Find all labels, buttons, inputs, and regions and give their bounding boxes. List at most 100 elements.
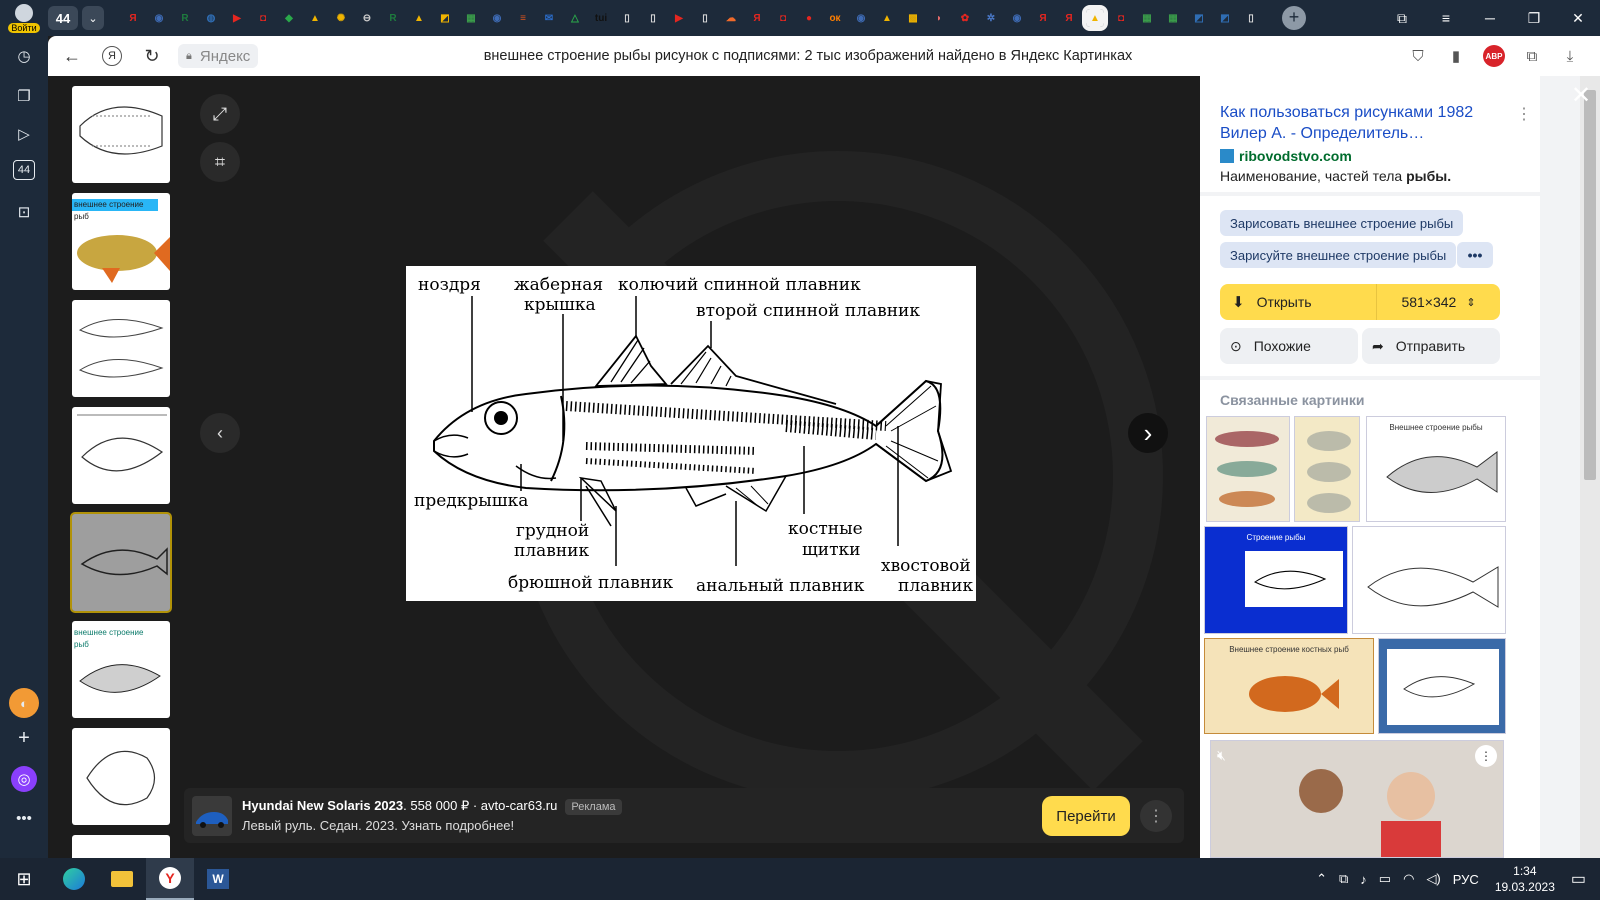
pinned-tab-favicon-icon[interactable]: ◘	[774, 9, 792, 27]
meet-now-icon[interactable]: ⧉	[1339, 871, 1348, 887]
tab-groups-icon[interactable]: ⧉	[1380, 0, 1424, 36]
windows-start-icon[interactable]: ⊞	[0, 858, 48, 900]
bookmark-icon[interactable]: ▮	[1440, 42, 1472, 70]
tab-count-button[interactable]: 44	[48, 6, 78, 30]
edge-browser-icon[interactable]	[50, 858, 98, 900]
download-icon[interactable]: ⤓	[1554, 42, 1586, 70]
thumbnail-1[interactable]	[72, 86, 170, 183]
pinned-tab-favicon-icon[interactable]: ▲	[1082, 5, 1108, 31]
protect-icon[interactable]: ⛉	[1402, 42, 1434, 70]
pinned-tab-favicon-icon[interactable]: ◩	[436, 9, 454, 27]
card-more-icon[interactable]: ⋮	[1516, 104, 1532, 124]
scrollbar-thumb[interactable]	[1584, 90, 1596, 480]
pinned-tab-favicon-icon[interactable]: ◘	[1112, 9, 1130, 27]
new-tab-button[interactable]: +	[1282, 6, 1306, 30]
pinned-tab-favicon-icon[interactable]: ◘	[254, 9, 272, 27]
pinned-tab-favicon-icon[interactable]: R	[176, 9, 194, 27]
volume-icon[interactable]: ◁)	[1426, 871, 1440, 887]
pinned-tab-favicon-icon[interactable]: ▦	[1138, 9, 1156, 27]
pinned-tab-favicon-icon[interactable]: ▦	[1164, 9, 1182, 27]
pinned-tab-favicon-icon[interactable]: R	[384, 9, 402, 27]
close-window-button[interactable]: ✕	[1556, 0, 1600, 36]
alice-assistant-icon[interactable]: ◎	[11, 766, 37, 792]
pinned-tab-favicon-icon[interactable]: ✿	[956, 9, 974, 27]
pinned-tab-favicon-icon[interactable]: ⊖	[358, 9, 376, 27]
pinned-tab-favicon-icon[interactable]: ▲	[410, 9, 428, 27]
more-icon[interactable]: •••	[12, 806, 36, 830]
wifi-icon[interactable]: ◠	[1403, 871, 1414, 887]
back-arrow-icon[interactable]: ←	[58, 42, 86, 70]
pinned-tab-favicon-icon[interactable]: ◩	[1190, 9, 1208, 27]
pinned-tab-favicon-icon[interactable]: ◉	[488, 9, 506, 27]
tray-chevron-up-icon[interactable]: ⌃	[1316, 871, 1327, 887]
address-field[interactable]: 🔒︎ Яндекс	[178, 44, 259, 68]
similar-button[interactable]: ⊙ Похожие	[1220, 328, 1358, 364]
pinned-tab-favicon-icon[interactable]: Я	[748, 9, 766, 27]
next-image-button[interactable]: ›	[1128, 413, 1168, 453]
pinned-tab-favicon-icon[interactable]: ✺	[332, 9, 350, 27]
extensions-icon[interactable]: ⧉	[1516, 42, 1548, 70]
related-image-6[interactable]: Внешнее строение костных рыб	[1204, 638, 1374, 734]
panel-scrollbar[interactable]	[1580, 76, 1600, 858]
yandex-logo-icon[interactable]: Я	[102, 46, 122, 66]
add-panel-icon[interactable]: +	[12, 726, 36, 750]
play-icon[interactable]: ▷	[12, 122, 36, 146]
query-chip-2[interactable]: Зарисуйте внешнее строение рыбы	[1220, 242, 1457, 268]
pinned-tab-favicon-icon[interactable]: ◍	[202, 9, 220, 27]
word-icon[interactable]: W	[194, 858, 242, 900]
pinned-tab-favicon-icon[interactable]: Я	[1034, 9, 1052, 27]
pinned-tab-favicon-icon[interactable]: ▶	[228, 9, 246, 27]
pinned-tab-favicon-icon[interactable]: ▯	[644, 9, 662, 27]
history-icon[interactable]: ◷	[12, 44, 36, 68]
related-image-5[interactable]	[1352, 526, 1506, 634]
pinned-tab-favicon-icon[interactable]: ✲	[982, 9, 1000, 27]
file-explorer-icon[interactable]	[98, 858, 146, 900]
thumbnail-5-selected[interactable]	[70, 512, 172, 613]
related-video-1[interactable]: 🔇︎ ⋮	[1210, 740, 1504, 858]
pinned-tab-favicon-icon[interactable]: ◩	[1216, 9, 1234, 27]
chips-more-icon[interactable]: •••	[1457, 242, 1493, 268]
pinned-tab-favicon-icon[interactable]: ▯	[696, 9, 714, 27]
pinned-tab-favicon-icon[interactable]: Я	[1060, 9, 1078, 27]
related-image-7[interactable]	[1378, 638, 1506, 734]
pinned-tab-favicon-icon[interactable]: ✉	[540, 9, 558, 27]
pinned-tab-favicon-icon[interactable]: ≡	[514, 9, 532, 27]
related-image-4[interactable]: Строение рыбы	[1204, 526, 1348, 634]
microphone-icon[interactable]: ♪	[1360, 872, 1367, 887]
ad-banner[interactable]: Hyundai New Solaris 2023. 558 000 ₽ · av…	[184, 788, 1184, 843]
ad-more-icon[interactable]: ⋮	[1140, 800, 1172, 832]
reload-icon[interactable]: ↻	[138, 42, 166, 70]
pinned-tab-favicon-icon[interactable]: ●	[800, 9, 818, 27]
thumbnail-8[interactable]	[72, 835, 170, 858]
adblock-extension-button[interactable]: ABP	[1478, 42, 1510, 70]
pinned-tab-favicon-icon[interactable]: ▲	[306, 9, 324, 27]
pinned-tab-favicon-icon[interactable]: ▶	[670, 9, 688, 27]
thumbnail-2[interactable]: внешнее строение рыб	[72, 193, 170, 290]
pinned-tab-favicon-icon[interactable]: ☁	[722, 9, 740, 27]
pinned-tab-favicon-icon[interactable]: tui	[592, 9, 610, 27]
collections-icon[interactable]: ❐	[12, 84, 36, 108]
tabs-counter-icon[interactable]: 44	[13, 160, 35, 180]
tabs-chevron-down-icon[interactable]: ⌄	[82, 6, 104, 30]
restore-button[interactable]: ❐	[1512, 0, 1556, 36]
battery-icon[interactable]: ▭	[1379, 871, 1391, 887]
pinned-tab-favicon-icon[interactable]: ▩	[904, 9, 922, 27]
fish-diagram-image[interactable]: ноздря жаберная крышка колючий спинной п…	[406, 266, 976, 601]
source-domain-link[interactable]: ribovodstvo.com	[1220, 148, 1352, 164]
login-button[interactable]: Войти	[0, 0, 48, 36]
minimize-button[interactable]: ─	[1468, 0, 1512, 36]
thumbnail-7[interactable]	[72, 728, 170, 825]
open-image-button[interactable]: ⬇ Открыть 581×342 ⇕	[1220, 284, 1500, 320]
screenshot-icon[interactable]: ⊡	[12, 200, 36, 224]
video-more-icon[interactable]: ⋮	[1475, 745, 1497, 767]
pinned-tab-favicon-icon[interactable]: ◉	[852, 9, 870, 27]
pinned-tab-favicon-icon[interactable]: ◆	[280, 9, 298, 27]
source-title-link[interactable]: Как пользоваться рисунками 1982 Вилер А.…	[1220, 102, 1510, 144]
size-select[interactable]: 581×342 ⇕	[1376, 284, 1500, 320]
fullscreen-icon[interactable]: ⤢	[200, 94, 240, 134]
crop-icon[interactable]: ⌗	[200, 142, 240, 182]
thumbnail-6[interactable]: внешнее строение рыб	[72, 621, 170, 718]
clock[interactable]: 1:34 19.03.2023	[1495, 863, 1555, 895]
thumbnail-4[interactable]	[72, 407, 170, 504]
related-image-3[interactable]: Внешнее строение рыбы	[1366, 416, 1506, 522]
